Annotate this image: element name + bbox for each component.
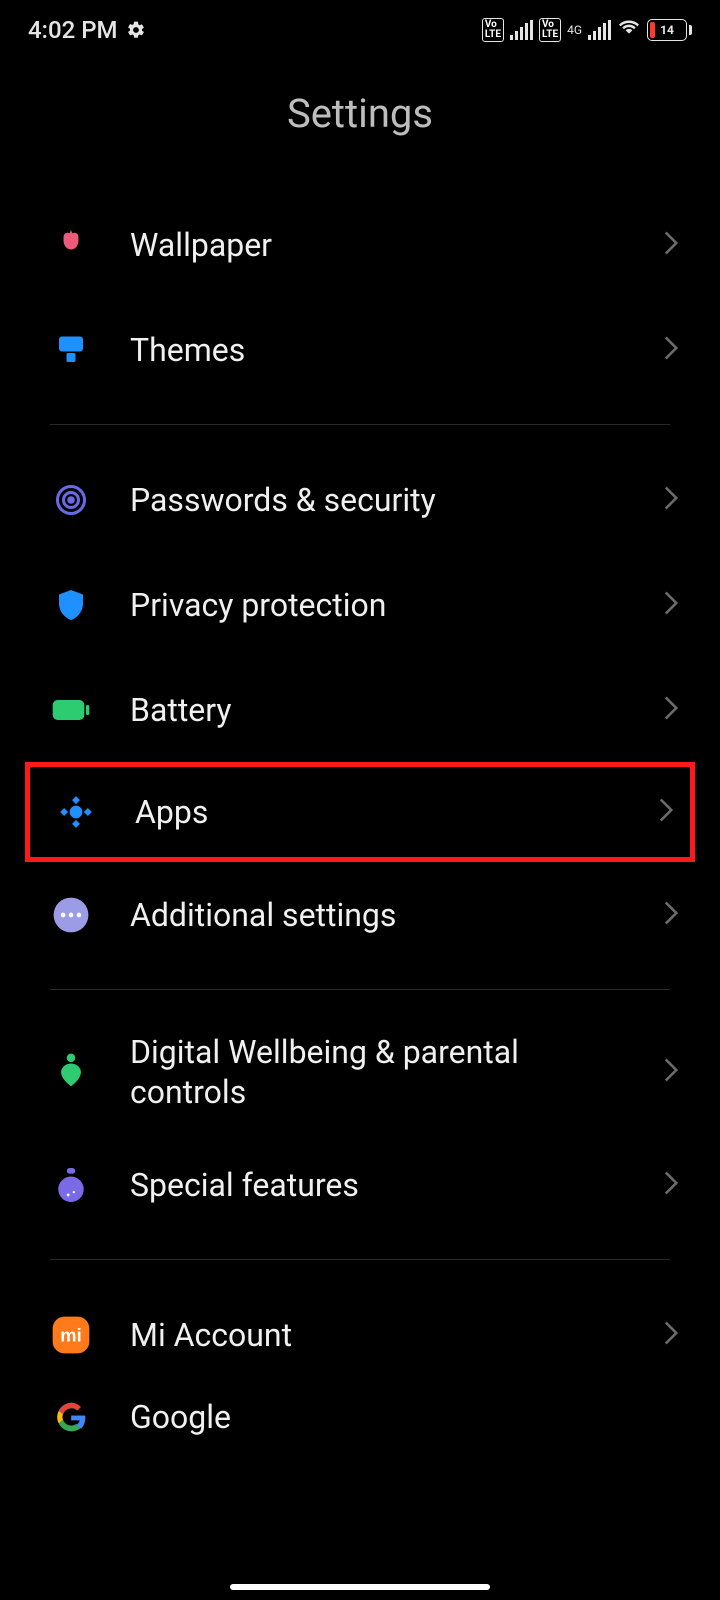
apps-icon bbox=[55, 791, 97, 833]
section-divider bbox=[50, 989, 670, 990]
item-label: Wallpaper bbox=[130, 225, 624, 265]
page-title: Settings bbox=[0, 60, 720, 192]
settings-item-wellbeing[interactable]: Digital Wellbeing & parental controls bbox=[0, 1012, 720, 1132]
item-label: Mi Account bbox=[130, 1315, 624, 1355]
settings-item-additional[interactable]: Additional settings bbox=[0, 862, 720, 967]
item-label: Apps bbox=[135, 792, 619, 832]
section-divider bbox=[50, 1259, 670, 1260]
chevron-right-icon bbox=[662, 694, 680, 726]
volte-icon-1: VoLTE bbox=[482, 18, 504, 42]
item-label: Themes bbox=[130, 330, 624, 370]
status-time: 4:02 PM bbox=[28, 16, 118, 44]
item-label: Passwords & security bbox=[130, 480, 624, 520]
settings-item-special[interactable]: Special features bbox=[0, 1132, 720, 1237]
battery-percent: 14 bbox=[660, 23, 674, 37]
signal-icon-1 bbox=[510, 20, 533, 40]
settings-item-battery[interactable]: Battery bbox=[0, 657, 720, 762]
settings-item-privacy[interactable]: Privacy protection bbox=[0, 552, 720, 657]
network-type: 4G bbox=[567, 24, 582, 36]
settings-item-passwords[interactable]: Passwords & security bbox=[0, 447, 720, 552]
chevron-right-icon bbox=[662, 899, 680, 931]
themes-icon bbox=[50, 329, 92, 371]
wifi-icon bbox=[617, 16, 641, 44]
wallpaper-icon bbox=[50, 224, 92, 266]
status-right: VoLTE VoLTE 4G 14 bbox=[482, 16, 692, 44]
settings-item-wallpaper[interactable]: Wallpaper bbox=[0, 192, 720, 297]
battery-item-icon bbox=[50, 689, 92, 731]
item-label: Digital Wellbeing & parental controls bbox=[130, 1032, 624, 1112]
chevron-right-icon bbox=[662, 1169, 680, 1201]
item-label: Battery bbox=[130, 690, 624, 730]
item-label: Additional settings bbox=[130, 895, 624, 935]
settings-item-apps[interactable]: Apps bbox=[25, 762, 695, 862]
item-label: Special features bbox=[130, 1165, 624, 1205]
status-bar: 4:02 PM VoLTE VoLTE 4G 14 bbox=[0, 0, 720, 60]
gear-icon bbox=[126, 20, 146, 40]
item-label: Privacy protection bbox=[130, 585, 624, 625]
settings-item-miaccount[interactable]: mi Mi Account bbox=[0, 1282, 720, 1387]
settings-item-themes[interactable]: Themes bbox=[0, 297, 720, 402]
chevron-right-icon bbox=[662, 1056, 680, 1088]
chevron-right-icon bbox=[662, 1319, 680, 1351]
chevron-right-icon bbox=[662, 484, 680, 516]
wellbeing-icon bbox=[50, 1051, 92, 1093]
signal-icon-2 bbox=[588, 20, 611, 40]
item-label: Google bbox=[130, 1397, 680, 1437]
chevron-right-icon bbox=[662, 589, 680, 621]
status-left: 4:02 PM bbox=[28, 16, 146, 44]
mi-icon: mi bbox=[50, 1314, 92, 1356]
settings-list: Wallpaper Themes Passwords & security Pr… bbox=[0, 192, 720, 1447]
flask-icon bbox=[50, 1164, 92, 1206]
home-indicator[interactable] bbox=[230, 1584, 490, 1590]
volte-icon-2: VoLTE bbox=[539, 18, 561, 42]
more-icon bbox=[50, 894, 92, 936]
section-divider bbox=[50, 424, 670, 425]
chevron-right-icon bbox=[662, 229, 680, 261]
shield-icon bbox=[50, 584, 92, 626]
svg-text:mi: mi bbox=[60, 1324, 81, 1345]
google-icon bbox=[50, 1396, 92, 1438]
chevron-right-icon bbox=[657, 796, 675, 828]
settings-item-google[interactable]: Google bbox=[0, 1387, 720, 1447]
fingerprint-icon bbox=[50, 479, 92, 521]
battery-icon: 14 bbox=[647, 19, 692, 41]
chevron-right-icon bbox=[662, 334, 680, 366]
